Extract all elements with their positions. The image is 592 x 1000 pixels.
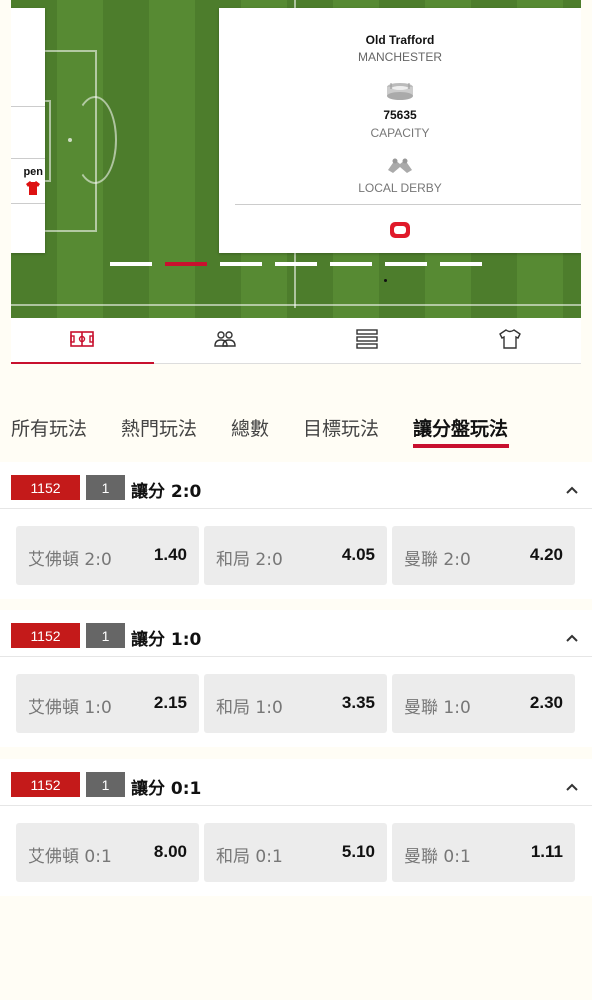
bottom-touchline [11,304,581,306]
odds-value: 4.20 [529,545,563,564]
odds-button-home[interactable]: 艾佛頓 0:1 8.00 [16,823,199,882]
carousel-dot[interactable] [220,262,262,266]
odds-value: 2.15 [153,693,187,712]
odds-button-draw[interactable]: 和局 2:0 4.05 [204,526,387,585]
carousel-dot[interactable] [275,262,317,266]
tab-list[interactable] [296,318,439,363]
market-count-badge: 1 [86,772,125,797]
card-divider [235,204,581,205]
tab-jersey[interactable] [439,318,582,363]
market-title: 讓分 1:0 [131,630,202,650]
handshake-icon [385,156,415,180]
chevron-up-icon[interactable] [565,480,579,499]
stadium-name: Old Trafford [365,33,435,47]
tab-handicap-markets[interactable]: 讓分盤玩法 [413,414,508,441]
market-section: 1152 1 讓分 0:1 艾佛頓 0:1 8.00 和局 0:1 5.10 曼… [0,759,592,896]
odds-label: 曼聯 0:1 [404,847,471,867]
market-count-badge: 1 [86,475,125,500]
match-info-tabs [11,318,581,364]
odds-button-draw[interactable]: 和局 0:1 5.10 [204,823,387,882]
odds-label: 艾佛頓 2:0 [28,550,112,570]
stadium-icon [385,81,415,105]
active-tab-indicator [413,444,509,448]
market-header[interactable]: 1152 1 讓分 1:0 [0,610,592,657]
pitch-icon [70,330,95,352]
match-id-badge: 1152 [11,772,80,797]
card-divider [11,158,45,159]
odds-label: 和局 2:0 [216,550,283,570]
odds-value: 5.10 [341,842,375,861]
list-icon [355,328,379,353]
market-section: 1152 1 讓分 1:0 艾佛頓 1:0 2.15 和局 1:0 3.35 曼… [0,610,592,747]
odds-button-home[interactable]: 艾佛頓 1:0 2.15 [16,674,199,733]
capacity-label: CAPACITY [370,126,430,140]
stadium-city: MANCHESTER [357,50,442,64]
tab-totals[interactable]: 總數 [231,414,269,441]
odds-value: 4.05 [341,545,375,564]
derby-label: LOCAL DERBY [358,181,442,195]
market-section: 1152 1 讓分 2:0 艾佛頓 2:0 1.40 和局 2:0 4.05 曼… [0,462,592,599]
odds-value: 1.11 [530,842,563,861]
chevron-up-icon[interactable] [565,628,579,647]
market-tabs: 所有玩法 熱門玩法 總數 目標玩法 讓分盤玩法 [0,376,592,460]
chevron-up-icon[interactable] [565,777,579,796]
odds-row: 艾佛頓 1:0 2.15 和局 1:0 3.35 曼聯 1:0 2.30 [0,657,592,747]
tab-players[interactable] [154,318,297,363]
odds-row: 艾佛頓 2:0 1.40 和局 2:0 4.05 曼聯 2:0 4.20 [0,509,592,599]
tab-popular-markets[interactable]: 熱門玩法 [121,414,197,441]
card-divider [11,203,45,204]
center-spot [384,279,387,282]
odds-label: 曼聯 2:0 [404,550,471,570]
odds-label: 艾佛頓 0:1 [28,847,112,867]
odds-value: 1.40 [153,545,187,564]
odds-row: 艾佛頓 0:1 8.00 和局 0:1 5.10 曼聯 0:1 1.11 [0,806,592,896]
carousel-dot-active[interactable] [165,262,207,266]
odds-value: 2.30 [529,693,563,712]
odds-value: 3.35 [341,693,375,712]
market-header[interactable]: 1152 1 讓分 2:0 [0,462,592,509]
carousel-indicators [110,262,482,266]
camera-icon[interactable] [389,221,411,243]
odds-button-away[interactable]: 曼聯 2:0 4.20 [392,526,575,585]
capacity-value: 75635 [383,108,417,122]
market-count-badge: 1 [86,623,125,648]
carousel-dot[interactable] [385,262,427,266]
carousel-dot[interactable] [330,262,372,266]
odds-label: 曼聯 1:0 [404,698,471,718]
penalty-arc [73,96,117,184]
tab-pitch[interactable] [11,318,154,364]
match-id-badge: 1152 [11,623,80,648]
odds-label: 艾佛頓 1:0 [28,698,112,718]
card-text: pen [23,166,43,178]
odds-button-home[interactable]: 艾佛頓 2:0 1.40 [16,526,199,585]
tab-goal-markets[interactable]: 目標玩法 [303,414,379,441]
match-id-badge: 1152 [11,475,80,500]
jersey-icon [498,328,522,353]
odds-label: 和局 0:1 [216,847,283,867]
market-title: 讓分 2:0 [131,482,202,502]
penalty-spot [68,138,72,142]
odds-button-away[interactable]: 曼聯 0:1 1.11 [392,823,575,882]
tab-all-markets[interactable]: 所有玩法 [11,414,87,441]
market-title: 讓分 0:1 [131,779,202,799]
carousel-dot[interactable] [440,262,482,266]
carousel-dot[interactable] [110,262,152,266]
venue-card-previous[interactable]: pen [11,8,45,253]
venue-card[interactable]: Old Trafford MANCHESTER 75635 CAPACITY L… [219,8,581,253]
odds-label: 和局 1:0 [216,698,283,718]
players-icon [213,330,237,352]
odds-button-draw[interactable]: 和局 1:0 3.35 [204,674,387,733]
pitch-background: pen Old Trafford MANCHESTER 75635 CAPACI… [11,0,581,318]
shirt-icon [25,180,41,200]
odds-value: 8.00 [153,842,187,861]
card-divider [11,106,45,107]
odds-button-away[interactable]: 曼聯 1:0 2.30 [392,674,575,733]
market-header[interactable]: 1152 1 讓分 0:1 [0,759,592,806]
